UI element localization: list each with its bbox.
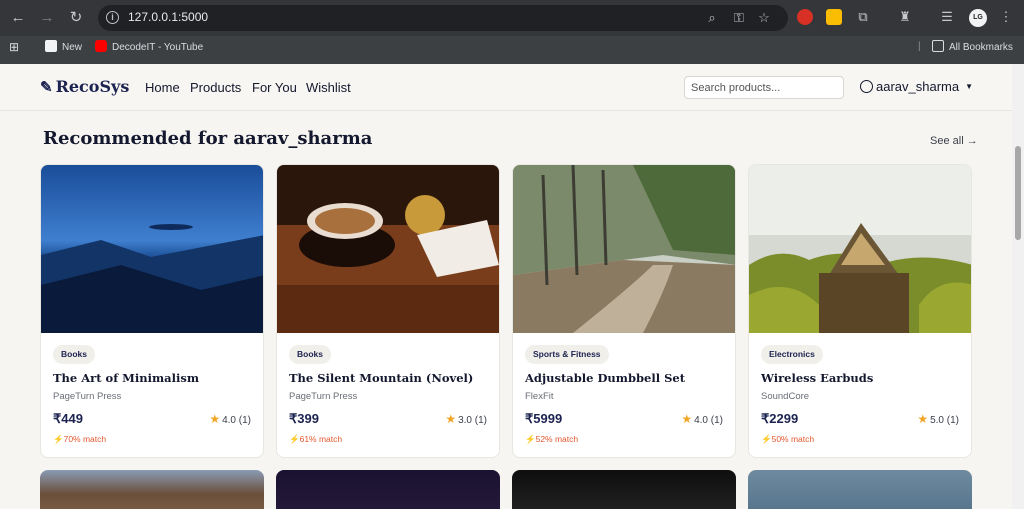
match-score: ⚡61% match [289, 434, 343, 444]
category-badge: Sports & Fitness [525, 345, 609, 364]
address-url: 127.0.0.1:5000 [128, 10, 209, 24]
forward-arrow-icon[interactable]: → [36, 7, 58, 29]
incognito-icon[interactable]: ♜ [896, 8, 914, 26]
browser-menu-icon[interactable]: ⋮ [997, 8, 1015, 26]
user-icon [860, 80, 873, 93]
browser-chrome: ← → ↻ i 127.0.0.1:5000 ⌕ ⚿ ☆ ⧉ ♜ ☰ LG ⋮ … [0, 0, 1024, 64]
lightning-icon: ⚡ [761, 434, 772, 444]
match-score: ⚡50% match [761, 434, 815, 444]
star-icon: ★ [917, 412, 929, 426]
youtube-icon [95, 40, 107, 52]
browser-toolbar: ← → ↻ i 127.0.0.1:5000 ⌕ ⚿ ☆ ⧉ ♜ ☰ LG ⋮ [0, 0, 1024, 36]
star-icon: ★ [209, 412, 221, 426]
match-score: ⚡52% match [525, 434, 579, 444]
product-brand: SoundCore [761, 391, 810, 402]
extension-red-icon[interactable] [797, 9, 813, 25]
zoom-icon[interactable]: ⌕ [703, 9, 721, 27]
section-title: Recommended for aarav_sharma [43, 128, 373, 149]
product-title[interactable]: Adjustable Dumbbell Set [525, 371, 685, 385]
product-price: ₹2299 [761, 411, 799, 426]
product-price: ₹399 [289, 411, 319, 426]
product-title[interactable]: Wireless Earbuds [761, 371, 873, 385]
site-header: ✎ RecoSys Home Products For You Wishlist … [0, 64, 1012, 111]
apps-grid-icon[interactable]: ⊞ [9, 40, 19, 54]
product-brand: PageTurn Press [53, 391, 122, 402]
product-card-partial[interactable] [512, 470, 736, 509]
lightning-icon: ⚡ [525, 434, 536, 444]
product-price: ₹5999 [525, 411, 563, 426]
web-page: ✎ RecoSys Home Products For You Wishlist … [0, 64, 1012, 509]
product-image [277, 165, 499, 333]
bookmarks-bar: ⊞ New DecodeIT - YouTube | All Bookmarks [0, 36, 1024, 58]
product-rating: ★ 4.0 (1) [209, 412, 251, 426]
product-card[interactable]: Electronics Wireless Earbuds SoundCore ₹… [748, 164, 972, 458]
brand-logo[interactable]: ✎ RecoSys [40, 77, 129, 96]
match-score: ⚡70% match [53, 434, 107, 444]
folder-icon [932, 40, 944, 52]
scrollbar-thumb[interactable] [1015, 146, 1021, 240]
site-info-icon[interactable]: i [106, 11, 119, 24]
product-card[interactable]: Sports & Fitness Adjustable Dumbbell Set… [512, 164, 736, 458]
product-image [513, 165, 735, 333]
product-brand: PageTurn Press [289, 391, 358, 402]
nav-for-you[interactable]: For You [252, 80, 297, 95]
product-card-partial[interactable] [748, 470, 972, 509]
nav-home[interactable]: Home [145, 80, 180, 95]
page-scrollbar[interactable] [1012, 64, 1024, 509]
media-controls-icon[interactable]: ☰ [938, 8, 956, 26]
product-card-partial[interactable] [276, 470, 500, 509]
product-price: ₹449 [53, 411, 83, 426]
product-brand: FlexFit [525, 391, 554, 402]
product-rating: ★ 5.0 (1) [917, 412, 959, 426]
extensions-puzzle-icon[interactable]: ⧉ [854, 8, 872, 26]
star-icon: ★ [681, 412, 693, 426]
search-input[interactable] [684, 76, 844, 99]
all-bookmarks[interactable]: All Bookmarks [932, 40, 1013, 55]
user-menu[interactable]: aarav_sharma ▼ [860, 79, 973, 94]
address-bar[interactable]: i 127.0.0.1:5000 ⌕ ⚿ ☆ [98, 5, 788, 31]
product-card[interactable]: Books The Silent Mountain (Novel) PageTu… [276, 164, 500, 458]
category-badge: Books [53, 345, 95, 364]
product-card[interactable]: Books The Art of Minimalism PageTurn Pre… [40, 164, 264, 458]
category-badge: Books [289, 345, 331, 364]
product-card-partial[interactable] [40, 470, 264, 509]
reload-icon[interactable]: ↻ [65, 7, 87, 29]
profile-avatar[interactable]: LG [969, 9, 987, 27]
bookmark-star-icon[interactable]: ☆ [755, 9, 773, 27]
back-arrow-icon[interactable]: ← [7, 7, 29, 29]
see-all-link[interactable]: See all → [930, 135, 978, 147]
lightning-icon: ⚡ [289, 434, 300, 444]
product-image [749, 165, 971, 333]
extension-yellow-icon[interactable] [826, 9, 842, 25]
product-rating: ★ 4.0 (1) [681, 412, 723, 426]
bookmark-new[interactable]: New [45, 40, 82, 55]
lightning-icon: ⚡ [53, 434, 64, 444]
bookmark-favicon-icon [45, 40, 57, 52]
product-image [41, 165, 263, 333]
bookmarks-divider: | [918, 41, 921, 52]
product-title[interactable]: The Art of Minimalism [53, 371, 199, 385]
magic-wand-icon: ✎ [40, 78, 53, 96]
chevron-down-icon: ▼ [965, 82, 974, 91]
product-title[interactable]: The Silent Mountain (Novel) [289, 371, 473, 385]
star-icon: ★ [445, 412, 457, 426]
nav-products[interactable]: Products [190, 80, 241, 95]
category-badge: Electronics [761, 345, 823, 364]
product-rating: ★ 3.0 (1) [445, 412, 487, 426]
nav-wishlist[interactable]: Wishlist [306, 80, 351, 95]
password-key-icon[interactable]: ⚿ [730, 9, 748, 27]
bookmark-youtube[interactable]: DecodeIT - YouTube [95, 40, 203, 55]
